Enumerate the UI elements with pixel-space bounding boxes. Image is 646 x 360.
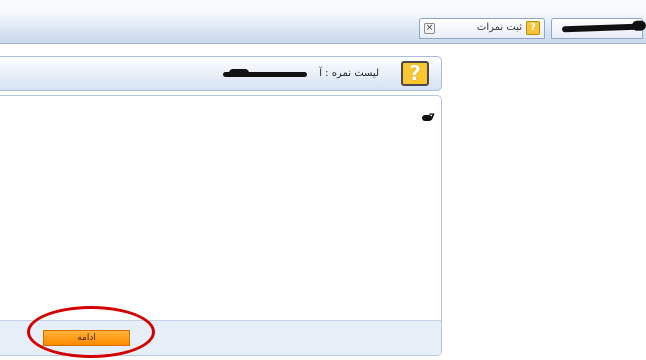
redaction-scribble (561, 23, 641, 33)
redaction-scribble (422, 115, 432, 121)
question-icon: ? (401, 61, 429, 86)
redaction-scribble (223, 69, 307, 77)
tab-label: ثبت نمرات (476, 22, 522, 33)
tab-grade-entry[interactable]: × ثبت نمرات ? (419, 18, 545, 39)
page-title: لیست نمره : آ (319, 68, 379, 79)
close-icon[interactable]: × (424, 23, 435, 34)
question-icon: ? (526, 21, 540, 35)
annotation-ellipse (27, 306, 155, 358)
top-strip (0, 0, 646, 15)
tab-bar: × ثبت نمرات ? (0, 14, 646, 44)
tab-redacted[interactable] (551, 18, 643, 39)
page-header: لیست نمره : آ ? (0, 56, 442, 91)
